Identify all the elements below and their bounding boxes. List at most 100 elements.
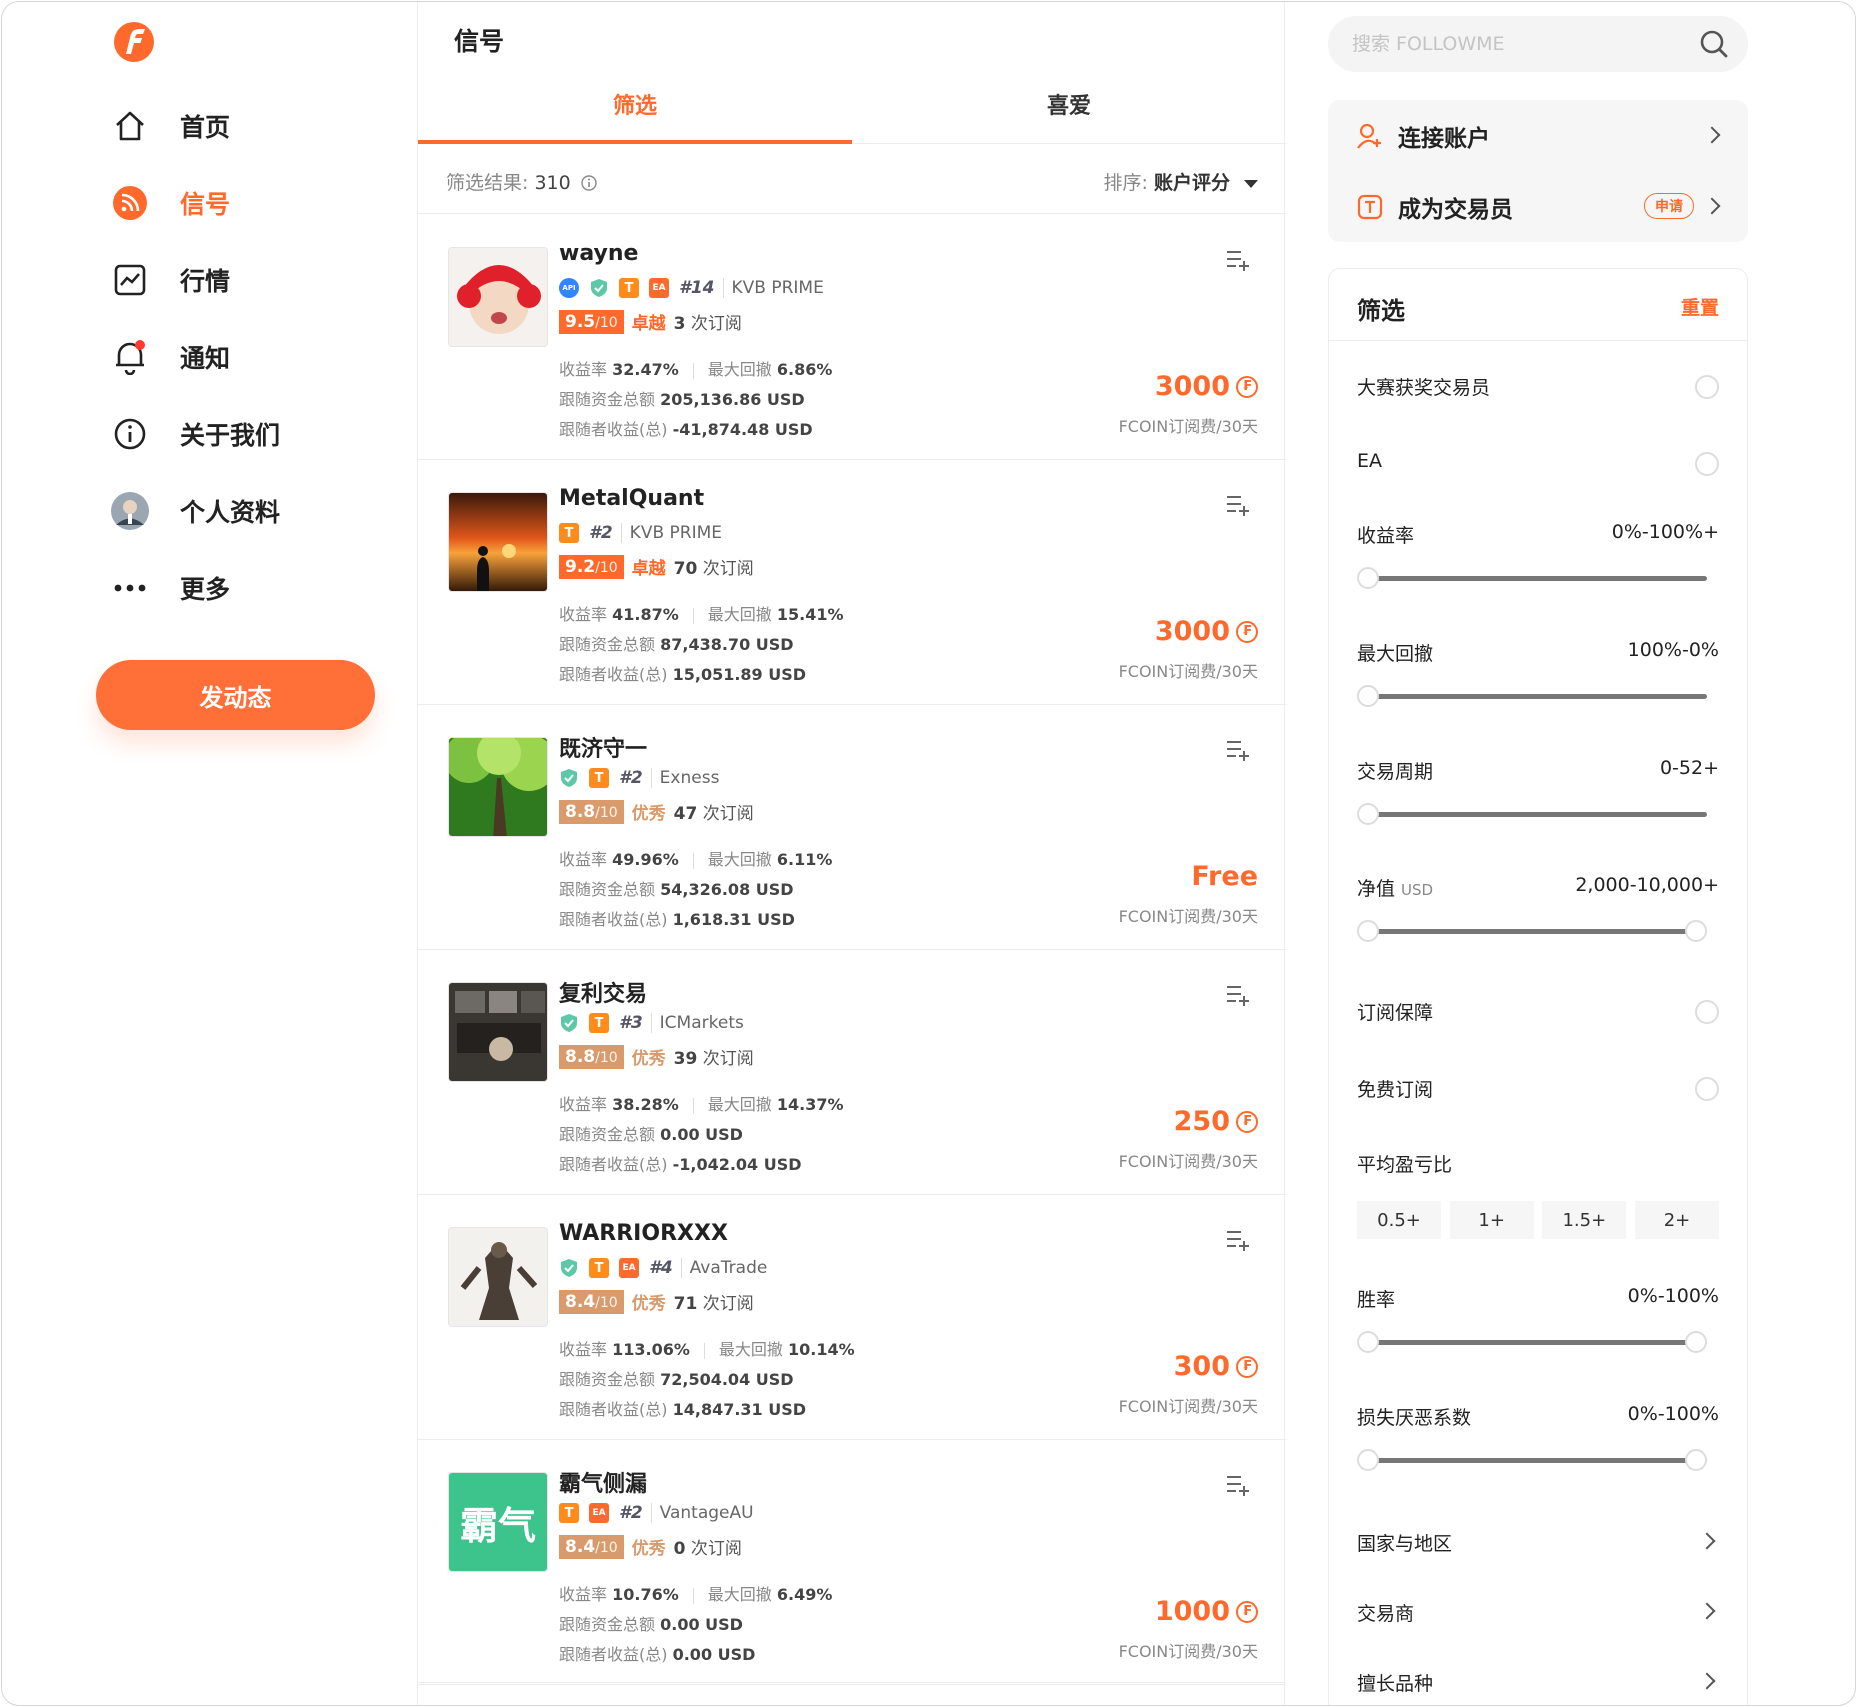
slider-handle[interactable] (1357, 567, 1379, 589)
rank: #14 (679, 278, 715, 298)
slider-handle-max[interactable] (1685, 1331, 1707, 1353)
equity-slider[interactable] (1357, 920, 1707, 944)
verified-shield-icon (559, 768, 579, 788)
profit-value: 14,847.31 USD (672, 1400, 807, 1419)
search-icon[interactable] (1698, 28, 1730, 60)
trader-avatar[interactable] (448, 247, 548, 347)
winrate-slider[interactable] (1357, 1331, 1707, 1355)
subscription-count: 0 次订阅 (674, 1534, 742, 1559)
reset-button[interactable]: 重置 (1681, 293, 1719, 320)
signal-card[interactable]: 复利交易 T #3 ICMarkets 8.8/10 优秀 39 次订阅 收益率 38.28%… (418, 950, 1286, 1195)
add-to-list-icon[interactable] (1226, 494, 1250, 516)
verified-shield-icon (559, 1013, 579, 1033)
subs-number: 70 (673, 559, 698, 579)
pl-chip[interactable]: 1+ (1449, 1201, 1534, 1239)
funds-label: 跟随资金总额 (559, 1370, 656, 1389)
slider-handle-min[interactable] (1357, 920, 1379, 942)
followme-logo[interactable] (112, 20, 156, 64)
pl-chip[interactable]: 2+ (1634, 1201, 1719, 1239)
trader-avatar[interactable] (448, 982, 548, 1082)
score-badge: 8.4/10 (559, 1289, 624, 1314)
app-window: 首页 信号 行情 通知 关于我们 个人资料 更多 发动态 信号 筛选 喜爱 筛选… (1, 1, 1856, 1706)
connect-account-row[interactable]: 连接账户 (1328, 100, 1748, 171)
filter-region[interactable]: 国家与地区 (1357, 1529, 1719, 1556)
broker: KVB PRIME (722, 278, 824, 298)
trader-avatar[interactable] (448, 737, 548, 837)
nav-item-profile[interactable]: 个人资料 (110, 486, 280, 536)
info-icon[interactable] (581, 175, 597, 191)
slider-handle-min[interactable] (1357, 1449, 1379, 1471)
trader-name[interactable]: 既济守一 (559, 731, 647, 763)
filter-return: 收益率 0%-100%+ (1357, 521, 1719, 548)
guarantee-radio[interactable] (1695, 1000, 1719, 1024)
trader-avatar[interactable]: 霸气 (448, 1472, 548, 1572)
trader-name[interactable]: MetalQuant (559, 486, 704, 511)
profile-avatar (110, 491, 150, 531)
sort-dropdown[interactable]: 排序: 账户评分 (1103, 168, 1258, 195)
add-to-list-icon[interactable] (1226, 739, 1250, 761)
stats-block: 收益率 10.76% 最大回撤 6.49% 跟随资金总额 0.00 USD 跟随者收益… (559, 1580, 832, 1670)
filter-label: 平均盈亏比 (1357, 1154, 1453, 1176)
filter-symbols[interactable]: 擅长品种 (1357, 1669, 1719, 1696)
subs-number: 39 (673, 1049, 698, 1069)
period-slider[interactable] (1357, 803, 1707, 827)
equity-unit: USD (1401, 881, 1434, 899)
signal-card[interactable]: 既济守一 T #2 Exness 8.8/10 优秀 47 次订阅 收益率 49.96% 最大回… (418, 705, 1286, 950)
score-badge: 9.2/10 (559, 554, 624, 579)
trader-name[interactable]: wayne (559, 241, 638, 266)
free-radio[interactable] (1695, 1077, 1719, 1101)
signal-card[interactable]: 霸气 霸气侧漏 T EA #2 VantageAU 8.4/10 优秀 0 次订阅 收益率 10.… (418, 1440, 1286, 1685)
apply-badge[interactable]: 申请 (1644, 193, 1694, 219)
subscription-count: 39 次订阅 (674, 1044, 754, 1069)
pl-chip[interactable]: 0.5+ (1357, 1201, 1441, 1239)
trader-name[interactable]: 复利交易 (559, 976, 647, 1008)
signal-card[interactable]: WARRIORXXX T EA #4 AvaTrade 8.4/10 优秀 71 次订阅 收益率… (418, 1195, 1286, 1440)
range-value: 100%-0% (1627, 639, 1719, 661)
trader-name[interactable]: WARRIORXXX (559, 1221, 728, 1246)
slider-handle-max[interactable] (1685, 1449, 1707, 1471)
filter-title: 筛选 (1357, 297, 1405, 325)
nav-item-home[interactable]: 首页 (110, 101, 230, 151)
signal-card[interactable]: wayne API T EA #14 KVB PRIME 9.5/10 卓越 3 次订阅 收益率 … (418, 215, 1286, 460)
signal-card[interactable]: MetalQuant T #2 KVB PRIME 9.2/10 卓越 70 次订阅 收益率 … (418, 460, 1286, 705)
trader-name[interactable]: 霸气侧漏 (559, 1466, 647, 1498)
tab-favorites[interactable]: 喜爱 (852, 82, 1286, 144)
drawdown-label: 最大回撤 (707, 360, 772, 379)
add-to-list-icon[interactable] (1226, 1474, 1250, 1496)
return-label: 收益率 (559, 360, 608, 379)
tab-filter[interactable]: 筛选 (418, 82, 852, 144)
nav-item-notifications[interactable]: 通知 (110, 332, 230, 382)
ea-radio[interactable] (1695, 452, 1719, 476)
post-button[interactable]: 发动态 (96, 660, 375, 730)
drawdown-value: 6.86% (776, 360, 833, 379)
loss-aversion-slider[interactable] (1357, 1449, 1707, 1473)
return-slider[interactable] (1357, 567, 1707, 591)
slider-handle-max[interactable] (1685, 920, 1707, 942)
subscription-price: 1000 ₣ (1155, 1596, 1258, 1627)
add-to-list-icon[interactable] (1226, 1229, 1250, 1251)
search-input[interactable] (1328, 16, 1748, 72)
filter-broker[interactable]: 交易商 (1357, 1599, 1719, 1626)
slider-handle-min[interactable] (1357, 1331, 1379, 1353)
become-trader-row[interactable]: 成为交易员 申请 (1328, 171, 1748, 242)
award-radio[interactable] (1695, 375, 1719, 399)
return-value: 41.87% (612, 605, 679, 624)
add-to-list-icon[interactable] (1226, 984, 1250, 1006)
drawdown-slider[interactable] (1357, 685, 1707, 709)
trader-avatar[interactable] (448, 492, 548, 592)
trader-avatar[interactable] (448, 1227, 548, 1327)
stats-row-2: 跟随资金总额 72,504.04 USD (559, 1365, 855, 1395)
nav-item-signals[interactable]: 信号 (110, 178, 230, 228)
stats-block: 收益率 38.28% 最大回撤 14.37% 跟随资金总额 0.00 USD 跟随者收… (559, 1090, 844, 1180)
fee-label: FCOIN订阅费/30天 (1118, 662, 1258, 681)
nav-item-about[interactable]: 关于我们 (110, 409, 280, 459)
add-to-list-icon[interactable] (1226, 249, 1250, 271)
nav-item-more[interactable]: 更多 (110, 563, 230, 613)
funds-value: 0.00 USD (660, 1615, 743, 1634)
slider-handle[interactable] (1357, 685, 1379, 707)
rank: #4 (649, 1258, 673, 1278)
nav-item-market[interactable]: 行情 (110, 255, 230, 305)
slider-handle[interactable] (1357, 803, 1379, 825)
slider-track (1367, 1458, 1707, 1463)
pl-chip[interactable]: 1.5+ (1542, 1201, 1627, 1239)
